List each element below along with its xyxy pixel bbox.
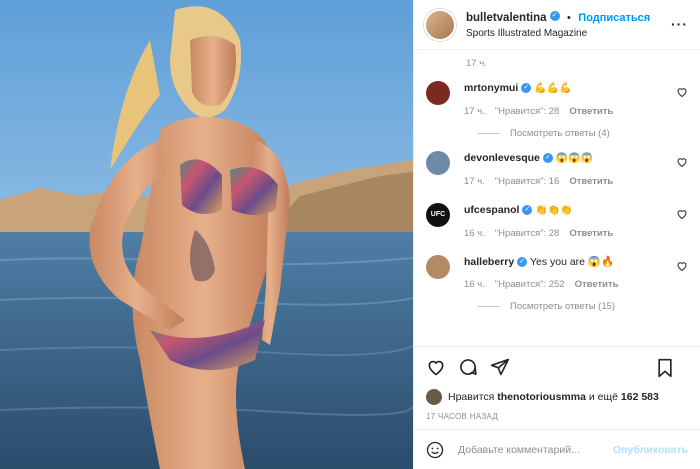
share-send-icon[interactable]	[490, 357, 510, 377]
like-comment-heart-icon[interactable]	[676, 260, 688, 272]
view-replies-label: Посмотреть ответы (15)	[510, 301, 616, 312]
post-sidebar: bulletvalentina ✓ • Подписаться Sports Il…	[413, 0, 700, 469]
commenter-avatar[interactable]	[426, 151, 450, 175]
comment-time: 17 ч.	[464, 176, 485, 187]
post-image	[0, 0, 413, 469]
comment-text: 💪💪💪	[534, 83, 572, 94]
view-replies-label: Посмотреть ответы (4)	[510, 128, 610, 139]
commenter-username[interactable]: devonlevesque	[464, 152, 540, 164]
comment-bubble-icon[interactable]	[458, 357, 478, 377]
comment-text: 👏👏👏	[535, 205, 573, 216]
verified-badge-icon: ✓	[522, 205, 533, 216]
comment-likes[interactable]: "Нравится": 16	[495, 176, 560, 187]
comment: devonlevesque ✓ 😱😱😱 17 ч. "Нравится": 16 От…	[414, 151, 700, 189]
comment-time: 17 ч.	[464, 106, 485, 117]
more-options-icon[interactable]: ···	[671, 16, 688, 32]
comment-likes[interactable]: "Нравится": 28	[495, 106, 560, 117]
like-comment-heart-icon[interactable]	[676, 86, 688, 98]
post-photo[interactable]	[0, 0, 413, 469]
emoji-smile-icon[interactable]	[426, 441, 444, 459]
separator: •	[566, 11, 571, 24]
commenter-username[interactable]: halleberry	[464, 256, 514, 268]
instagram-post: bulletvalentina ✓ • Подписаться Sports Il…	[0, 0, 700, 469]
comment-time: 16 ч.	[464, 228, 485, 239]
caption-timestamp: 17 ч.	[466, 58, 487, 69]
liker-avatar	[426, 389, 442, 405]
likes-count[interactable]: 162 583	[621, 391, 659, 403]
comment-text: 😱😱😱	[555, 153, 594, 164]
liker-username[interactable]: thenotoriousmma	[497, 391, 586, 403]
reply-button[interactable]: Ответить	[569, 106, 613, 117]
comment: mrtonymui ✓ 💪💪💪 17 ч. "Нравится": 28 Ответи…	[414, 81, 700, 139]
verified-badge-icon: ✓	[542, 153, 553, 164]
like-comment-heart-icon[interactable]	[676, 208, 688, 220]
view-replies-button[interactable]: Посмотреть ответы (15)	[478, 301, 664, 312]
like-heart-icon[interactable]	[426, 357, 446, 377]
follow-button[interactable]: Подписаться	[578, 12, 650, 24]
author-avatar[interactable]	[424, 8, 456, 41]
reply-button[interactable]: Ответить	[575, 279, 619, 290]
like-comment-heart-icon[interactable]	[676, 156, 688, 168]
verified-badge-icon: ✓	[549, 11, 560, 22]
reply-button[interactable]: Ответить	[569, 176, 613, 187]
author-username[interactable]: bulletvalentina	[466, 12, 547, 24]
add-comment-bar: Добавьте комментарий... Опубликовать	[414, 429, 700, 469]
comment-likes[interactable]: "Нравится": 252	[495, 279, 565, 290]
post-actions	[414, 346, 700, 386]
view-replies-button[interactable]: Посмотреть ответы (4)	[478, 128, 664, 139]
verified-badge-icon: ✓	[517, 257, 528, 268]
comment: UFC ufcespanol ✓ 👏👏👏 16 ч. "Нравится": 28 О…	[414, 203, 700, 241]
comment-input[interactable]: Добавьте комментарий...	[458, 444, 613, 456]
commenter-username[interactable]: mrtonymui	[464, 82, 518, 94]
comments-list[interactable]: 17 ч. mrtonymui ✓ 💪💪💪 17 ч. "Нравится": 28…	[414, 50, 700, 346]
commenter-username[interactable]: ufcespanol	[464, 204, 519, 216]
save-bookmark-icon[interactable]	[656, 358, 674, 378]
post-location[interactable]: Sports Illustrated Magazine	[466, 26, 650, 41]
comment-likes[interactable]: "Нравится": 28	[495, 228, 560, 239]
post-timestamp: 17 ЧАСОВ НАЗАД	[426, 412, 499, 421]
publish-button[interactable]: Опубликовать	[613, 444, 688, 456]
likes-prefix: Нравится	[448, 391, 495, 403]
verified-badge-icon: ✓	[521, 83, 532, 94]
likes-middle: и ещё	[588, 391, 618, 403]
post-header: bulletvalentina ✓ • Подписаться Sports Il…	[414, 0, 700, 50]
comment: halleberry ✓ Yes you are 😱🔥 16 ч. "Нравитс…	[414, 255, 700, 312]
commenter-avatar[interactable]	[426, 255, 450, 279]
comment-text: Yes you are 😱🔥	[529, 256, 615, 268]
commenter-avatar[interactable]: UFC	[426, 203, 450, 227]
reply-button[interactable]: Ответить	[569, 228, 613, 239]
likes-summary[interactable]: Нравится thenotoriousmma и ещё 162 583	[414, 386, 700, 408]
commenter-avatar[interactable]	[426, 81, 450, 105]
comment-time: 16 ч.	[464, 279, 485, 290]
